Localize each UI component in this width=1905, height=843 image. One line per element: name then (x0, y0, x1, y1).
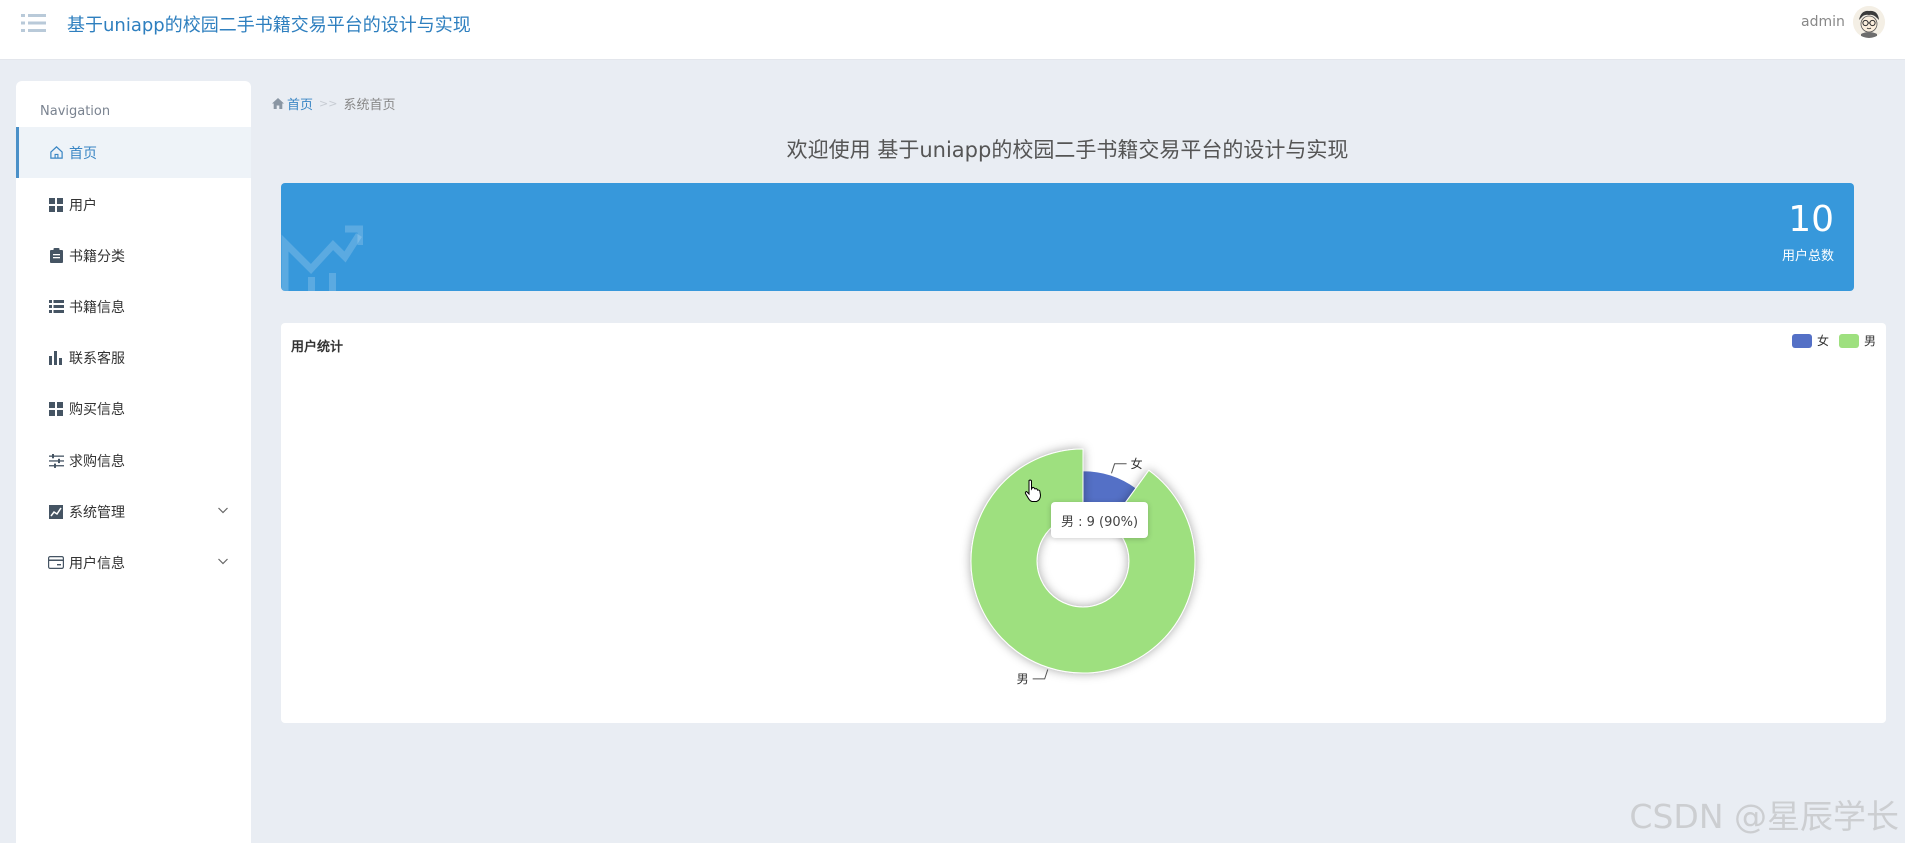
list-icon (48, 299, 64, 315)
user-total-value: 10 (1788, 199, 1834, 240)
bar-chart-icon (48, 350, 64, 366)
user-total-card: 10 用户总数 (281, 183, 1854, 291)
sidebar-item-label: 购买信息 (69, 401, 125, 418)
app-title: 基于uniapp的校园二手书籍交易平台的设计与实现 (67, 15, 471, 36)
top-header: 基于uniapp的校园二手书籍交易平台的设计与实现 admin (0, 0, 1905, 60)
pie-slice-男[interactable] (970, 448, 1196, 674)
user-stats-chart-panel: 女男 用户统计 女 男 男 : 9 (90%) (281, 323, 1886, 723)
sidebar-item-user-info[interactable]: 用户信息 (16, 537, 251, 588)
sidebar-item-label: 书籍信息 (69, 299, 125, 316)
sidebar-item-book-category[interactable]: 书籍分类 (16, 230, 251, 281)
grid-icon (48, 401, 64, 417)
menu-icon[interactable] (20, 10, 48, 36)
chevron-down-icon (217, 504, 229, 516)
breadcrumb-home-label: 首页 (287, 98, 314, 113)
chart-title: 用户统计 (291, 340, 344, 355)
breadcrumb-current: 系统首页 (343, 98, 396, 113)
hand-cursor-icon (1024, 479, 1042, 503)
sidebar-item-wanted-info[interactable]: 求购信息 (16, 435, 251, 486)
clipboard-icon (48, 248, 64, 264)
legend-label: 男 (1863, 334, 1876, 348)
nav-caption: Navigation (40, 104, 111, 119)
avatar-icon[interactable] (1853, 6, 1885, 38)
sidebar-item-home[interactable]: 首页 (16, 127, 251, 178)
chart-legend: 女 男 (1782, 332, 1876, 349)
sidebar: Navigation 首页 用户 书籍分类 书籍信息 联系客服 购买信息 求购信… (16, 81, 251, 843)
pie-label-line (1111, 463, 1127, 474)
legend-swatch (1791, 333, 1812, 348)
sidebar-item-label: 首页 (69, 145, 97, 162)
chart-tooltip: 男 : 9 (90%) (1051, 502, 1149, 538)
user-name[interactable]: admin (1801, 14, 1845, 30)
sidebar-item-system-management[interactable]: 系统管理 (16, 486, 251, 537)
home-icon (48, 145, 64, 161)
sidebar-item-contact-service[interactable]: 联系客服 (16, 332, 251, 383)
sidebar-item-label: 联系客服 (69, 350, 125, 367)
welcome-title: 欢迎使用 基于uniapp的校园二手书籍交易平台的设计与实现 (786, 138, 1349, 162)
sidebar-item-label: 用户信息 (69, 555, 125, 572)
sidebar-item-purchase-info[interactable]: 购买信息 (16, 383, 251, 434)
sidebar-item-label: 求购信息 (69, 453, 125, 470)
breadcrumb: 首页 >> 系统首页 (272, 94, 395, 113)
user-total-label: 用户总数 (1781, 249, 1834, 264)
sliders-icon (48, 453, 64, 469)
pie-label: 女 (1131, 456, 1143, 471)
legend-item-female[interactable]: 女 (1791, 332, 1829, 349)
pie-label-line (1032, 669, 1049, 680)
sidebar-item-users[interactable]: 用户 (16, 179, 251, 230)
breadcrumb-separator: >> (319, 97, 338, 110)
legend-swatch (1838, 333, 1859, 348)
watermark-text: CSDN @星辰学长 (1629, 797, 1899, 836)
home-icon (272, 98, 284, 109)
sidebar-item-label: 用户 (69, 197, 97, 214)
breadcrumb-home[interactable]: 首页 (272, 94, 313, 113)
line-chart-icon (48, 504, 64, 520)
legend-item-male[interactable]: 男 (1838, 332, 1876, 349)
sidebar-item-book-info[interactable]: 书籍信息 (16, 281, 251, 332)
legend-label: 女 (1816, 334, 1829, 348)
trend-chart-icon (281, 221, 365, 291)
sidebar-item-label: 书籍分类 (69, 248, 125, 265)
sidebar-item-label: 系统管理 (69, 504, 125, 521)
pie-label: 男 (1017, 672, 1029, 686)
grid-icon (48, 197, 64, 213)
card-icon (48, 555, 64, 571)
chevron-down-icon (217, 555, 229, 567)
